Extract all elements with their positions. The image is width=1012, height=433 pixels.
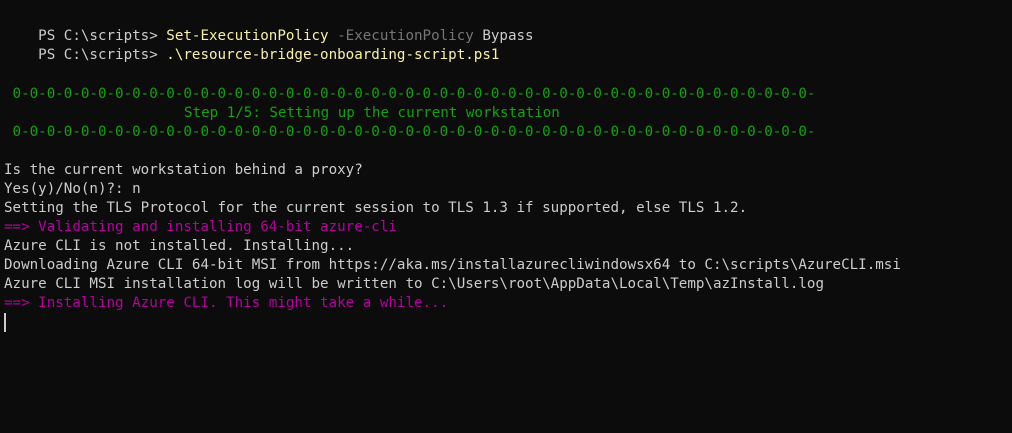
validating-status: ==> Validating and installing 64-bit azu… xyxy=(4,219,397,235)
command-line-set-policy: PS C:\scripts> Set-ExecutionPolicy -Exec… xyxy=(4,8,533,44)
banner-bottom-line: 0-0-0-0-0-0-0-0-0-0-0-0-0-0-0-0-0-0-0-0-… xyxy=(4,124,816,140)
prompt-text: PS C:\scripts> xyxy=(38,47,167,63)
proxy-answer: Yes(y)/No(n)?: n xyxy=(4,181,141,197)
download-message: Downloading Azure CLI 64-bit MSI from ht… xyxy=(4,257,901,273)
command-name: .\resource-bridge-onboarding-script.ps1 xyxy=(166,47,500,63)
log-path-message: Azure CLI MSI installation log will be w… xyxy=(4,276,824,292)
banner-step-title: Step 1/5: Setting up the current worksta… xyxy=(184,105,560,121)
proxy-question: Is the current workstation behind a prox… xyxy=(4,162,363,178)
terminal-output[interactable]: PS C:\scripts> Set-ExecutionPolicy -Exec… xyxy=(4,8,1012,433)
text-cursor xyxy=(4,313,6,332)
tls-message: Setting the TLS Protocol for the current… xyxy=(4,200,748,216)
command-line-run-script: PS C:\scripts> .\resource-bridge-onboard… xyxy=(4,27,499,63)
banner-top-line: 0-0-0-0-0-0-0-0-0-0-0-0-0-0-0-0-0-0-0-0-… xyxy=(4,86,816,102)
not-installed-message: Azure CLI is not installed. Installing..… xyxy=(4,238,355,254)
installing-status: ==> Installing Azure CLI. This might tak… xyxy=(4,295,449,311)
